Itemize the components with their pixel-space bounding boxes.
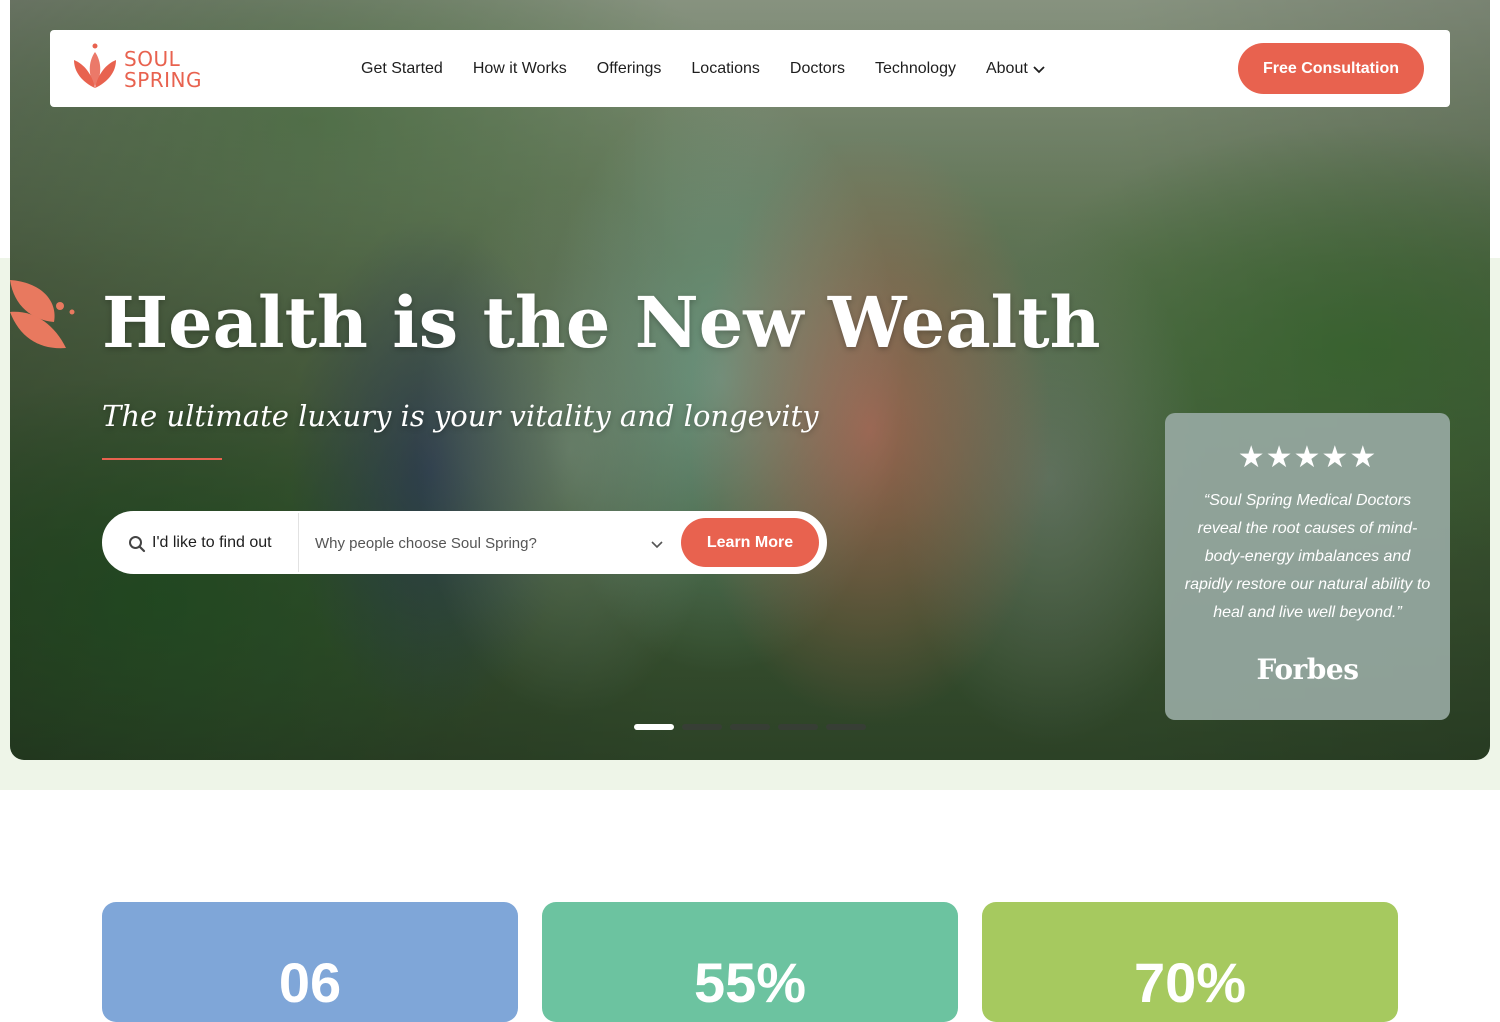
nav-item-technology[interactable]: Technology [875, 60, 956, 78]
nav-item-about-label: About [985, 59, 1028, 77]
nav-item-offerings[interactable]: Offerings [597, 60, 662, 78]
hero-subtitle: The ultimate luxury is your vitality and… [102, 399, 819, 433]
nav-item-about[interactable]: About [986, 60, 1046, 78]
stat-value-1: 06 [278, 951, 342, 1014]
nav-links: Get Started How it Works Offerings Locat… [361, 30, 1046, 107]
carousel-dot-4[interactable] [778, 724, 818, 730]
carousel-dot-3[interactable] [730, 724, 770, 730]
top-navbar: SOUL SPRING Get Started How it Works Off… [50, 30, 1450, 107]
testimonial-quote: “Soul Spring Medical Doctors reveal the … [1184, 492, 1431, 621]
carousel-dot-1[interactable] [634, 724, 674, 730]
carousel-dots [634, 724, 866, 730]
stat-value-3: 70% [1133, 951, 1247, 1014]
nav-item-locations[interactable]: Locations [691, 60, 760, 78]
brand-name-line1: SOUL [124, 47, 181, 71]
carousel-dot-5[interactable] [826, 724, 866, 730]
testimonial-card: ★★★★★ “Soul Spring Medical Doctors revea… [1165, 413, 1450, 720]
learn-more-button[interactable]: Learn More [681, 518, 819, 567]
topic-select[interactable]: Why people choose Soul Spring? [315, 535, 537, 552]
stat-card-3: 70% [982, 902, 1398, 1022]
star-rating: ★★★★★ [1237, 441, 1378, 474]
free-consultation-button[interactable]: Free Consultation [1238, 43, 1424, 94]
chevron-down-icon [1033, 65, 1045, 73]
search-icon [129, 536, 146, 553]
stat-card-1: 06 [102, 902, 518, 1022]
nav-item-how-it-works[interactable]: How it Works [473, 60, 567, 78]
brand-name-line2: SPRING [124, 68, 203, 92]
chevron-down-icon[interactable] [650, 537, 664, 551]
leaf-decoration-icon [10, 280, 75, 349]
stat-card-2: 55% [542, 902, 958, 1022]
hero-title: Health is the New Wealth [102, 281, 1101, 364]
carousel-dot-2[interactable] [682, 724, 722, 730]
search-divider [298, 513, 299, 572]
search-label: I'd like to find out [152, 534, 272, 551]
lotus-icon [74, 43, 116, 88]
brand-logo[interactable]: SOUL SPRING [72, 42, 232, 94]
forbes-logo: Forbes [1256, 653, 1359, 686]
stat-value-2: 55% [693, 951, 807, 1014]
nav-item-doctors[interactable]: Doctors [790, 60, 845, 78]
find-out-search-bar: I'd like to find out Why people choose S… [102, 511, 827, 574]
subtitle-underline [102, 458, 222, 460]
nav-item-get-started[interactable]: Get Started [361, 60, 443, 78]
stats-row: 06 55% 70% [102, 902, 1398, 1022]
